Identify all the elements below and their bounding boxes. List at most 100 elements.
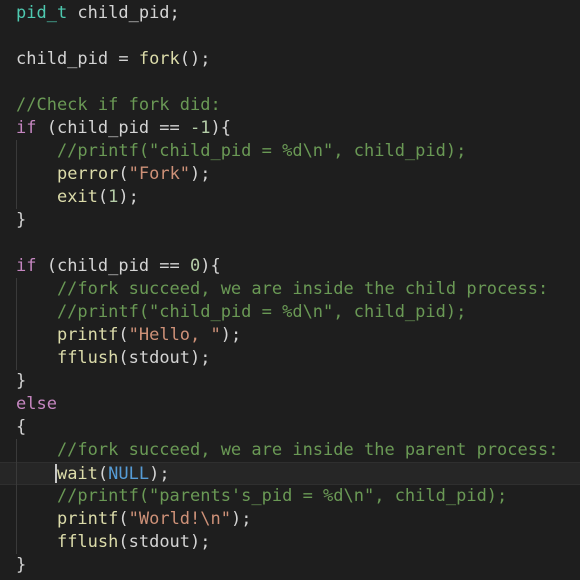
text-cursor xyxy=(55,464,57,483)
code-line[interactable]: printf("World!\n"); xyxy=(0,508,580,531)
code-token: exit xyxy=(56,187,98,207)
code-token: fflush xyxy=(56,348,119,368)
code-line[interactable]: printf("Hello, "); xyxy=(0,324,580,347)
code-line-text: pid_t child_pid; xyxy=(16,2,180,25)
code-line[interactable]: //Check if fork did: xyxy=(0,94,580,117)
code-line[interactable] xyxy=(0,25,580,48)
code-token: //printf("child_pid = %d\n", child_pid); xyxy=(16,302,467,322)
indent-guide xyxy=(16,439,17,554)
code-line[interactable]: fflush(stdout); xyxy=(0,531,580,554)
code-line[interactable]: exit(1); xyxy=(0,186,580,209)
code-token: "Hello, " xyxy=(128,325,221,345)
code-line[interactable] xyxy=(0,232,580,255)
code-line[interactable]: fflush(stdout); xyxy=(0,347,580,370)
code-token: //fork succeed, we are inside the parent… xyxy=(16,440,559,460)
code-line[interactable]: //fork succeed, we are inside the child … xyxy=(0,278,580,301)
code-line-text: } xyxy=(16,209,26,232)
code-line-text: else xyxy=(16,393,57,416)
code-token: fflush xyxy=(56,532,119,552)
code-line[interactable]: pid_t child_pid; xyxy=(0,2,580,25)
code-token: } xyxy=(16,371,27,391)
code-token: (stdout); xyxy=(118,532,211,552)
code-line-text: fflush(stdout); xyxy=(16,347,211,370)
code-token: ); xyxy=(190,164,211,184)
code-token: } xyxy=(16,210,27,230)
code-line-text: fflush(stdout); xyxy=(16,531,211,554)
code-token: NULL xyxy=(108,464,150,484)
code-token: if xyxy=(16,256,37,276)
code-line[interactable]: } xyxy=(0,209,580,232)
code-line-text: exit(1); xyxy=(16,186,139,209)
code-line-text: } xyxy=(16,554,26,577)
code-line-text: wait(NULL); xyxy=(16,463,170,486)
code-token: ){ xyxy=(200,256,221,276)
code-token: if xyxy=(16,118,37,138)
code-token: //Check if fork did: xyxy=(16,95,221,115)
code-line-text: //fork succeed, we are inside the child … xyxy=(16,278,548,301)
code-line[interactable]: //fork succeed, we are inside the parent… xyxy=(0,439,580,462)
code-token: -1 xyxy=(190,118,211,138)
code-token: ( xyxy=(118,509,129,529)
code-line[interactable]: } xyxy=(0,370,580,393)
code-token: else xyxy=(16,394,57,414)
code-line[interactable]: } xyxy=(0,554,580,577)
code-token: fork xyxy=(138,49,180,69)
code-token: ); xyxy=(118,187,139,207)
code-token: "Fork" xyxy=(128,164,191,184)
code-token: (); xyxy=(179,49,211,69)
code-line-text: printf("World!\n"); xyxy=(16,508,252,531)
code-token: printf xyxy=(56,509,119,529)
code-token: ); xyxy=(220,325,242,345)
code-token: ( xyxy=(97,187,109,207)
code-token: (child_pid == xyxy=(36,118,191,138)
code-token: //printf("child_pid = %d\n", child_pid); xyxy=(16,141,467,161)
code-line[interactable]: { xyxy=(0,416,580,439)
code-token: (child_pid == xyxy=(36,256,191,276)
code-token: (stdout); xyxy=(118,348,211,368)
indent-guide xyxy=(16,140,17,209)
code-line[interactable]: if (child_pid == -1){ xyxy=(0,117,580,140)
code-line-text: } xyxy=(16,370,26,393)
code-token: perror xyxy=(56,164,119,184)
code-token: ( xyxy=(118,325,129,345)
code-line-text: printf("Hello, "); xyxy=(16,324,241,347)
code-token: } xyxy=(16,555,27,575)
code-line[interactable]: child_pid = fork(); xyxy=(0,48,580,71)
code-line[interactable]: if (child_pid == 0){ xyxy=(0,255,580,278)
code-line[interactable]: //printf("parents's_pid = %d\n", child_p… xyxy=(0,485,580,508)
code-token: ); xyxy=(230,509,252,529)
code-token: 1 xyxy=(108,187,119,207)
code-line-text: //Check if fork did: xyxy=(16,94,221,117)
code-line-text: //printf("child_pid = %d\n", child_pid); xyxy=(16,140,466,163)
code-line[interactable] xyxy=(0,71,580,94)
code-token: child_pid = xyxy=(16,49,139,69)
indent-guide xyxy=(16,278,17,370)
code-line-text: { xyxy=(16,416,26,439)
code-line-text: //printf("child_pid = %d\n", child_pid); xyxy=(16,301,466,324)
code-token: //printf("parents's_pid = %d\n", child_p… xyxy=(16,486,508,506)
code-token: ( xyxy=(118,164,129,184)
code-line[interactable]: else xyxy=(0,393,580,416)
code-line[interactable]: wait(NULL); xyxy=(0,462,580,485)
code-token: 0 xyxy=(190,256,201,276)
code-token: child_pid; xyxy=(67,3,180,23)
code-line[interactable]: //printf("child_pid = %d\n", child_pid); xyxy=(0,301,580,324)
code-line-text: perror("Fork"); xyxy=(16,163,211,186)
code-token: { xyxy=(16,417,27,437)
code-line-text: if (child_pid == -1){ xyxy=(16,117,231,140)
code-token: //fork succeed, we are inside the child … xyxy=(16,279,549,299)
code-line[interactable]: perror("Fork"); xyxy=(0,163,580,186)
code-line-text: //printf("parents's_pid = %d\n", child_p… xyxy=(16,485,507,508)
code-line-text: //fork succeed, we are inside the parent… xyxy=(16,439,559,462)
code-line[interactable]: //printf("child_pid = %d\n", child_pid); xyxy=(0,140,580,163)
code-token: printf xyxy=(56,325,119,345)
code-token: "World!\n" xyxy=(128,509,231,529)
code-token: ( xyxy=(97,464,109,484)
code-token: wait xyxy=(56,464,98,484)
code-editor[interactable]: pid_t child_pid; child_pid = fork();//Che… xyxy=(0,0,580,580)
